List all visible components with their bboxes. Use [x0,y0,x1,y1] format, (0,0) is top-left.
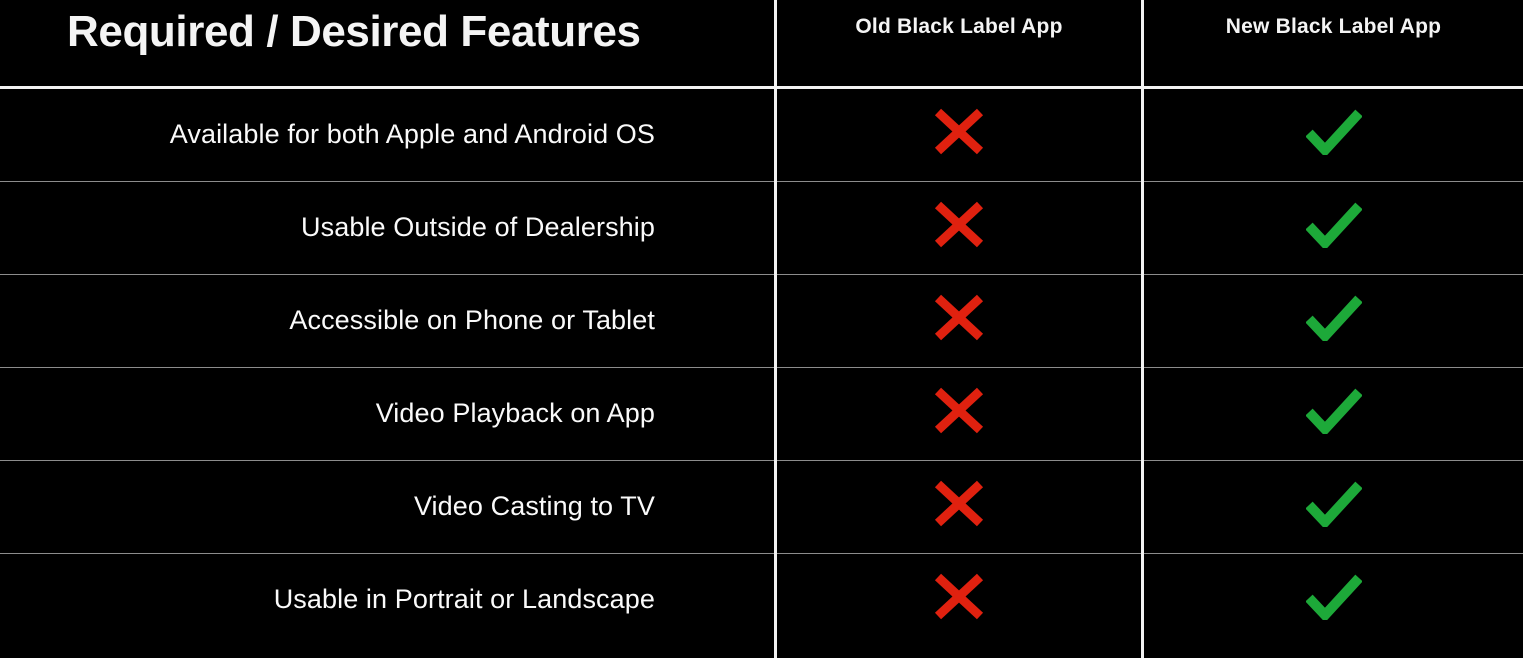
cross-icon [934,480,984,533]
feature-label: Available for both Apple and Android OS [169,119,655,149]
table-row: Usable in Portrait or Landscape [0,553,1523,646]
feature-label: Usable Outside of Dealership [301,212,655,242]
row-separator [0,274,1523,275]
old-app-cell [777,88,1141,181]
table-row: Available for both Apple and Android OS [0,88,1523,181]
table-row: Usable Outside of Dealership [0,181,1523,274]
column-header-new-app: New Black Label App [1225,15,1442,38]
new-app-cell [1144,367,1523,460]
row-separator [0,553,1523,554]
column-header-old-app: Old Black Label App [855,15,1063,38]
check-icon [1305,388,1362,440]
check-icon [1305,481,1362,533]
old-app-cell [777,460,1141,553]
column-divider-right [1141,0,1144,658]
row-separator [0,181,1523,182]
column-divider-left [774,0,777,658]
feature-label: Accessible on Phone or Tablet [289,305,655,335]
new-app-cell [1144,460,1523,553]
table-header: Required / Desired Features Old Black La… [0,0,1523,88]
new-app-cell [1144,181,1523,274]
check-icon [1305,202,1362,254]
feature-cell: Usable in Portrait or Landscape [0,553,655,646]
check-icon [1305,574,1362,626]
table-row: Accessible on Phone or Tablet [0,274,1523,367]
row-separator [0,367,1523,368]
row-separator [0,460,1523,461]
feature-cell: Available for both Apple and Android OS [0,88,655,181]
new-app-cell [1144,553,1523,646]
old-app-cell [777,367,1141,460]
new-app-cell [1144,88,1523,181]
feature-cell: Video Casting to TV [0,460,655,553]
check-icon [1305,109,1362,161]
header-divider [0,86,1523,89]
cross-icon [934,573,984,626]
cross-icon [934,108,984,161]
feature-label: Usable in Portrait or Landscape [273,584,655,614]
cross-icon [934,201,984,254]
feature-label: Video Playback on App [375,398,655,428]
old-app-cell [777,553,1141,646]
feature-label: Video Casting to TV [413,491,655,521]
cross-icon [934,387,984,440]
feature-cell: Usable Outside of Dealership [0,181,655,274]
cross-icon [934,294,984,347]
old-app-cell [777,181,1141,274]
old-app-cell [777,274,1141,367]
table-row: Video Playback on App [0,367,1523,460]
feature-comparison-table: Required / Desired Features Old Black La… [0,0,1523,658]
feature-cell: Video Playback on App [0,367,655,460]
feature-cell: Accessible on Phone or Tablet [0,274,655,367]
check-icon [1305,295,1362,347]
new-app-cell [1144,274,1523,367]
page-title: Required / Desired Features [67,7,641,56]
table-row: Video Casting to TV [0,460,1523,553]
